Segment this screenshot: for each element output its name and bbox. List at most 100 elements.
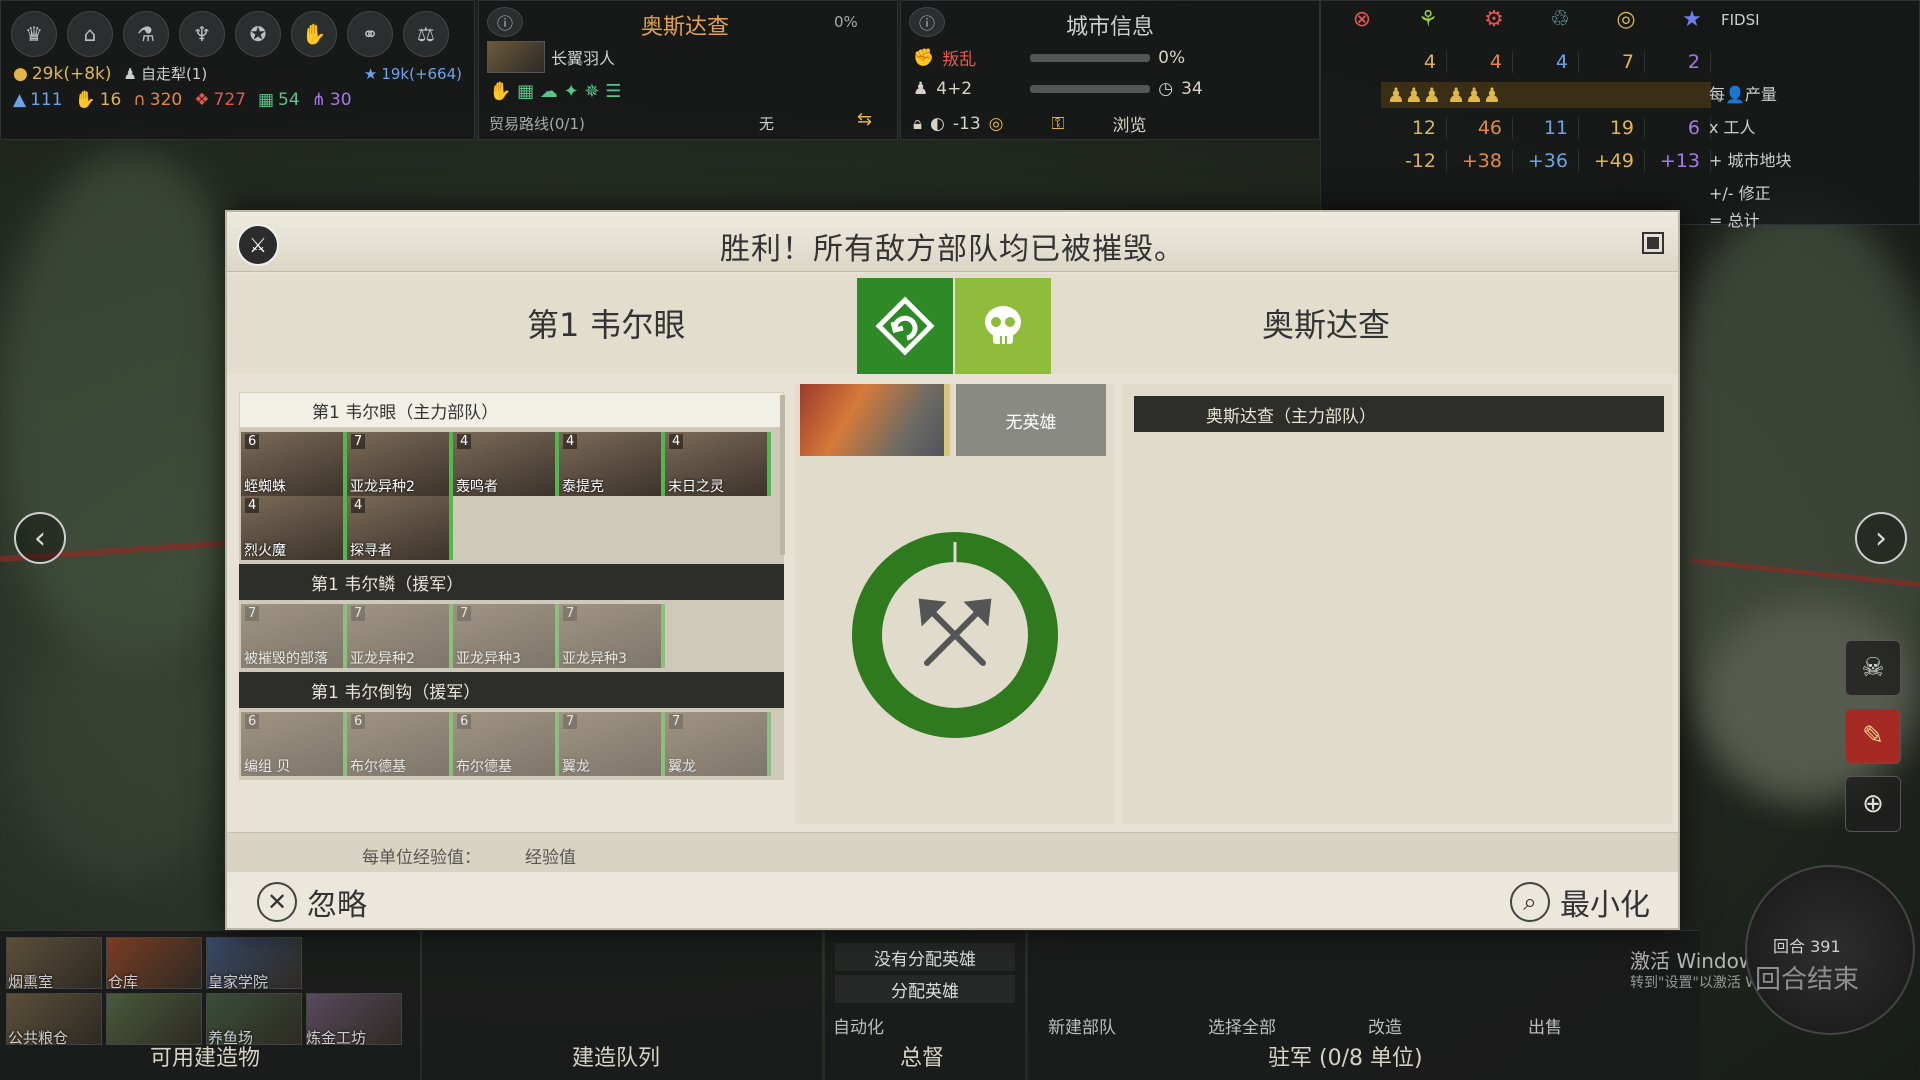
unit-card[interactable]: 7 亚龙异种3 (453, 604, 559, 668)
unit-card[interactable]: 7 翼龙 (665, 712, 771, 776)
maximize-icon[interactable] (1642, 232, 1664, 254)
garrison-tab[interactable]: 驻军 (0/8 单位) (1268, 1040, 1423, 1072)
army-header[interactable]: 第1 韦尔倒钩（援军） (239, 672, 784, 708)
unit-card[interactable]: 4 轰鸣者 (453, 432, 559, 496)
cancel-icon[interactable]: ⊗ (1329, 7, 1395, 32)
city-army-hud: ⓘ 奥斯达查 0% 长翼羽人 ✋ ▦ ☁ ✦ ✵ ☰ 贸易路线(0/1) 无 ⇆ (478, 0, 898, 140)
building-label: 仓库 (108, 973, 139, 991)
unit-level: 6 (351, 714, 366, 729)
knowledge-icon: ♲ (1550, 7, 1570, 32)
yield-row-label: +/- 修正 (1709, 184, 1771, 203)
yield-row-label: 每👤产量 (1709, 85, 1777, 104)
refit-button[interactable]: 改造 (1368, 1013, 1402, 1038)
quest-icon[interactable]: ✪ (235, 11, 281, 57)
yield-row: ♟♟♟ ♟♟♟ (1381, 78, 1711, 111)
cities-icon[interactable]: ⌂ (67, 11, 113, 57)
tiles-icon: ▦ (257, 90, 275, 110)
trophy-icon[interactable]: ♆ (179, 11, 225, 57)
demon-icon[interactable]: ☠ (1845, 640, 1901, 696)
unit-level: 6 (245, 434, 260, 449)
unit-grid: 6 蛭蜘蛛 7 亚龙异种2 4 轰鸣者 4 泰提克 4 末日之灵 4 烈火魔 4 探寻者 (239, 428, 784, 564)
unit-name: 布尔德基 (456, 759, 512, 775)
unit-card[interactable]: 6 蛭蜘蛛 (241, 432, 347, 496)
yield-row: -12 +38 +36 +49 +13 (1381, 144, 1711, 177)
unit-card[interactable]: 7 亚龙异种3 (559, 604, 665, 668)
automate-label[interactable]: 自动化 (833, 1013, 884, 1038)
resource-stat: ❖ 727 (194, 90, 246, 110)
market-icon[interactable]: ⚖ (403, 11, 449, 57)
trade-icon[interactable]: ⇆ (857, 109, 872, 130)
info-icon[interactable]: ⓘ (487, 7, 523, 37)
unit-name: 烈火魔 (244, 543, 286, 559)
unit-name: 亚龙异种2 (350, 479, 415, 495)
unit-card[interactable]: 7 亚龙异种2 (347, 604, 453, 668)
unit-card[interactable]: 7 亚龙异种2 (347, 432, 453, 496)
sell-button[interactable]: 出售 (1528, 1013, 1562, 1038)
hero-portrait[interactable] (800, 384, 950, 456)
research-stat: ★ 19k(+664) (363, 64, 462, 83)
food-icon: ⚘ (1418, 7, 1438, 32)
unit-card[interactable]: 4 末日之灵 (665, 432, 771, 496)
gold-icon: ● (13, 63, 28, 84)
browse-label[interactable]: 浏览 (1112, 111, 1146, 136)
defender-army-header[interactable]: 奥斯达查（主力部队） (1134, 396, 1664, 432)
previous-arrow[interactable]: ‹ (14, 512, 66, 564)
unit-card[interactable]: 7 被摧毁的部落 (241, 604, 347, 668)
city-percent: 0% (834, 13, 858, 31)
available-buildings-tab[interactable]: 可用建造物 (150, 1040, 260, 1072)
unit-level: 6 (245, 714, 260, 729)
auto-plough-stat: ♟ 自走犁(1) (123, 64, 208, 84)
unit-portrait[interactable] (487, 41, 545, 73)
rebellion-label: 叛乱 (942, 50, 977, 70)
build-queue-tab[interactable]: 建造队列 (572, 1040, 660, 1072)
end-turn-label[interactable]: 回合结束 (1755, 959, 1859, 996)
resource-stat: ∩ 320 (133, 90, 183, 110)
attacker-army-list[interactable]: 第1 韦尔眼（主力部队） 6 蛭蜘蛛 7 亚龙异种2 4 轰鸣者 4 泰提克 4 末日之灵 4 烈火魔 4… (239, 392, 784, 812)
population-value: 4+2 (936, 79, 973, 99)
unit-name: 布尔德基 (350, 759, 406, 775)
select-all-button[interactable]: 选择全部 (1208, 1013, 1276, 1038)
dialog-title: 胜利！所有敌方部队均已被摧毁。 (720, 232, 1185, 267)
empire-hud: ♛ ⌂ ⚗ ♆ ✪ ✋ ⚭ ⚖ ● 29k(+8k) ♟ 自走犁(1) ★ 19k(+… (0, 0, 475, 140)
worker-slots[interactable]: ♟♟♟ ♟♟♟ (1381, 81, 1711, 108)
pencil-icon[interactable]: ✎ (1845, 708, 1901, 764)
resource-stat: ✋ 16 (74, 90, 122, 110)
ignore-button[interactable]: ✕ 忽略 (257, 880, 367, 924)
unit-name: 探寻者 (350, 543, 392, 559)
money-icon: ◎ (1616, 7, 1636, 32)
army-header[interactable]: 第1 韦尔鳞（援军） (239, 564, 784, 600)
new-army-button[interactable]: 新建部队 (1048, 1013, 1116, 1038)
unit-level: 7 (351, 434, 366, 449)
browse-icon: ⚿ (1051, 113, 1065, 134)
heroes-icon[interactable]: ✋ (291, 11, 337, 57)
yield-row-label: + 城市地块 (1709, 151, 1792, 170)
xp-label: 每单位经验值： (362, 848, 481, 868)
plus-icon[interactable]: ⊕ (1845, 776, 1901, 832)
city-name[interactable]: 奥斯达查 (641, 9, 729, 41)
army-header[interactable]: 第1 韦尔眼（主力部队） (239, 392, 784, 428)
research-icon[interactable]: ⚗ (123, 11, 169, 57)
approval-icon: ◐ (930, 113, 945, 134)
next-arrow[interactable]: › (1855, 512, 1907, 564)
yield-row: 12 46 11 19 6 (1381, 111, 1711, 144)
unit-name: 末日之灵 (668, 479, 724, 495)
army-list-scrollbar[interactable] (780, 395, 785, 555)
building-thumb[interactable] (106, 993, 202, 1045)
unit-card[interactable]: 7 翼龙 (559, 712, 665, 776)
unit-card[interactable]: 6 布尔德基 (453, 712, 559, 776)
build-queue-panel: 建造队列 (422, 930, 822, 1080)
trade-route-value: 无 (759, 115, 775, 133)
minimize-button[interactable]: ⌕ 最小化 (1510, 880, 1650, 924)
assign-hero-button[interactable]: 分配英雄 (835, 975, 1015, 1003)
unit-level: 6 (457, 714, 472, 729)
dialog-titlebar: ⚔ 胜利！所有敌方部队均已被摧毁。 (227, 212, 1678, 272)
unit-card[interactable]: 4 烈火魔 (241, 496, 347, 560)
unit-card[interactable]: 6 编组 贝 (241, 712, 347, 776)
faction-icon[interactable]: ♛ (11, 11, 57, 57)
unit-card[interactable]: 4 泰提克 (559, 432, 665, 496)
unit-card[interactable]: 6 布尔德基 (347, 712, 453, 776)
diplomacy-icon[interactable]: ⚭ (347, 11, 393, 57)
gold-stat: ● 29k(+8k) (13, 63, 112, 84)
governor-tab[interactable]: 总督 (900, 1040, 944, 1072)
unit-card[interactable]: 4 探寻者 (347, 496, 453, 560)
